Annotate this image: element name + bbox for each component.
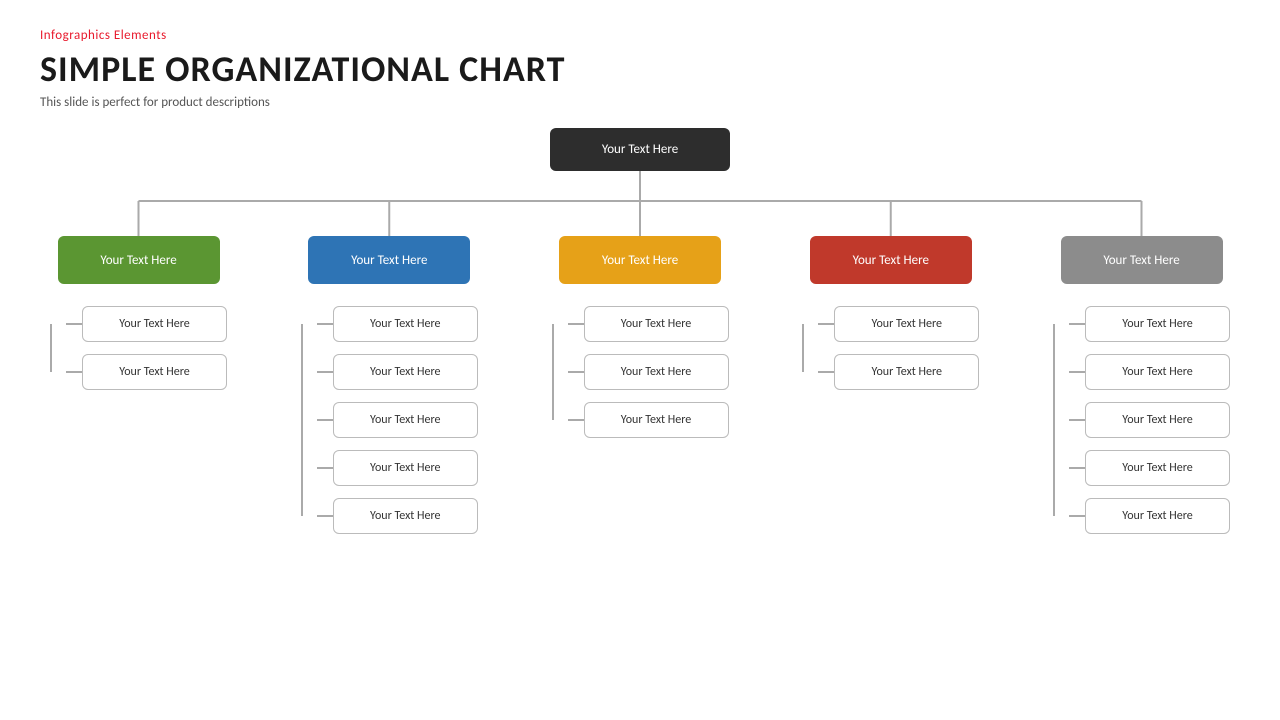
child-row: Your Text Here (317, 354, 478, 390)
child-row: Your Text Here (818, 306, 979, 342)
child-node: Your Text Here (584, 306, 729, 342)
col-header-1: Your Text Here (58, 236, 220, 284)
child-row: Your Text Here (317, 306, 478, 342)
col-header-2: Your Text Here (308, 236, 470, 284)
child-row: Your Text Here (317, 402, 478, 438)
child-node: Your Text Here (584, 354, 729, 390)
root-node: Your Text Here (550, 128, 730, 171)
child-row: Your Text Here (1069, 450, 1230, 486)
child-row: Your Text Here (568, 402, 729, 438)
child-node: Your Text Here (1085, 306, 1230, 342)
col-header-3: Your Text Here (559, 236, 721, 284)
child-node: Your Text Here (333, 498, 478, 534)
root-label: Your Text Here (602, 142, 678, 157)
child-node: Your Text Here (333, 402, 478, 438)
children-wrapper-2: Your Text Here Your Text Here Your Text He… (301, 306, 478, 534)
child-node: Your Text Here (82, 306, 227, 342)
child-node: Your Text Here (333, 450, 478, 486)
col-header-4: Your Text Here (810, 236, 972, 284)
child-row: Your Text Here (1069, 498, 1230, 534)
columns-container: Your Text HereYour Text HereYour Text He… (40, 236, 1240, 534)
chart-area: Your Text Here Your Text HereYour Text H… (40, 128, 1240, 688)
page-title: SIMPLE ORGANIZATIONAL CHART (40, 47, 1240, 91)
child-row: Your Text Here (1069, 306, 1230, 342)
child-row: Your Text Here (317, 498, 478, 534)
child-node: Your Text Here (1085, 498, 1230, 534)
child-node: Your Text Here (1085, 450, 1230, 486)
column-1: Your Text HereYour Text HereYour Text He… (50, 236, 227, 534)
children-wrapper-4: Your Text Here Your Text Here (802, 306, 979, 390)
child-row: Your Text Here (818, 354, 979, 390)
page: Infographics Elements SIMPLE ORGANIZATIO… (0, 0, 1280, 720)
column-4: Your Text HereYour Text HereYour Text He… (802, 236, 979, 534)
description: This slide is perfect for product descri… (40, 95, 1240, 110)
child-row: Your Text Here (317, 450, 478, 486)
column-3: Your Text Here Your Text Here Your Text He… (552, 236, 729, 534)
child-row: Your Text Here (568, 306, 729, 342)
column-5: Your Text Here Your Text Here Your Text He… (1053, 236, 1230, 534)
child-node: Your Text Here (834, 306, 979, 342)
child-node: Your Text Here (333, 306, 478, 342)
child-row: Your Text Here (66, 354, 227, 390)
child-node: Your Text Here (834, 354, 979, 390)
children-wrapper-1: Your Text Here Your Text Here (50, 306, 227, 390)
child-node: Your Text Here (1085, 354, 1230, 390)
col-header-5: Your Text Here (1061, 236, 1223, 284)
child-row: Your Text Here (1069, 354, 1230, 390)
child-node: Your Text Here (333, 354, 478, 390)
child-row: Your Text Here (1069, 402, 1230, 438)
child-row: Your Text Here (568, 354, 729, 390)
subtitle: Infographics Elements (40, 28, 1240, 43)
children-wrapper-3: Your Text Here Your Text Here Your Text He… (552, 306, 729, 438)
column-2: Your Text Here Your Text Here Your Text He… (301, 236, 478, 534)
child-node: Your Text Here (82, 354, 227, 390)
child-node: Your Text Here (1085, 402, 1230, 438)
child-row: Your Text Here (66, 306, 227, 342)
children-wrapper-5: Your Text Here Your Text Here Your Text He… (1053, 306, 1230, 534)
child-node: Your Text Here (584, 402, 729, 438)
